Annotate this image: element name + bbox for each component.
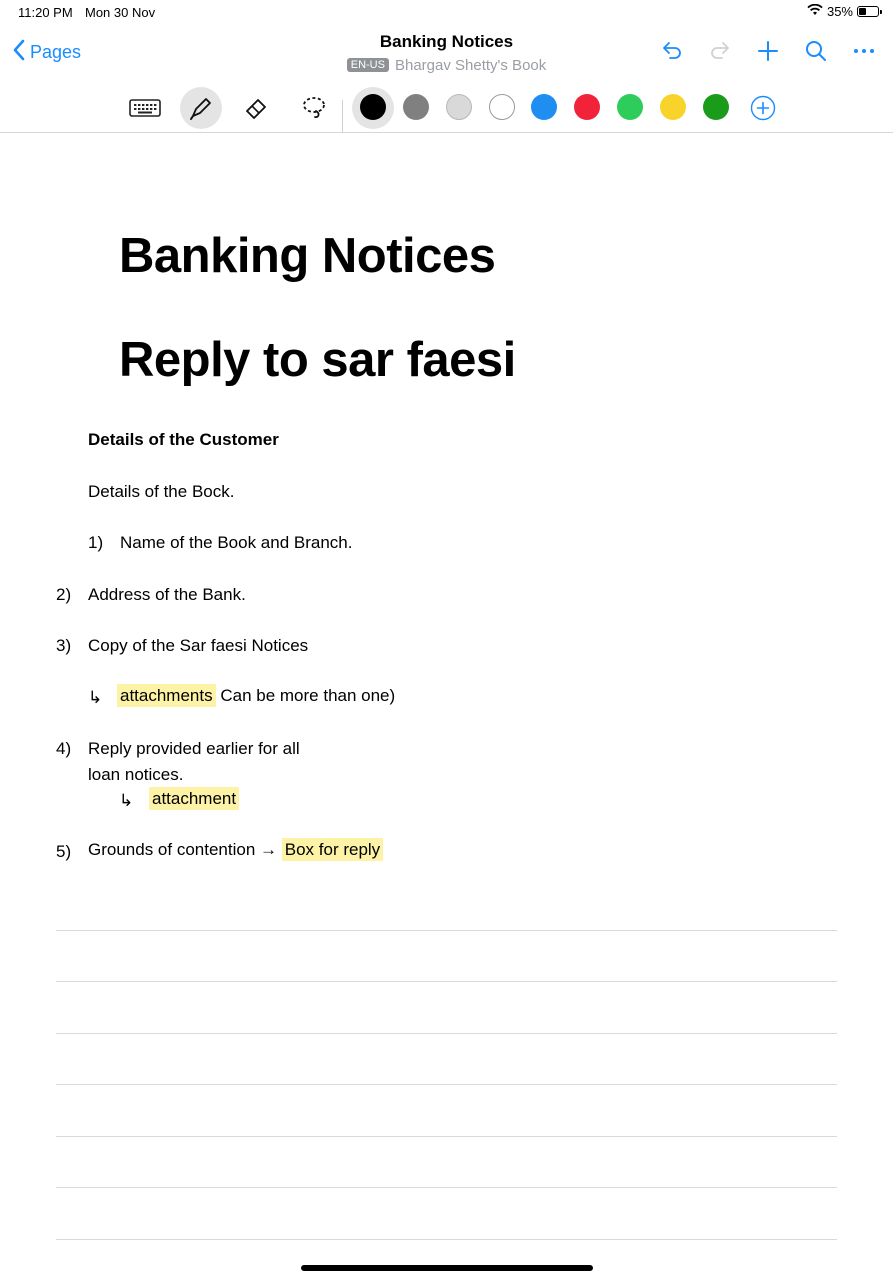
- list-item-text: Copy of the Sar faesi Notices: [88, 636, 309, 655]
- ruled-line: [56, 1187, 837, 1188]
- pen-icon[interactable]: [180, 87, 222, 129]
- toolbar-divider: [342, 100, 343, 132]
- status-date: Mon 30 Nov: [85, 5, 156, 20]
- color-swatch-blue[interactable]: [531, 94, 557, 120]
- grounds-text: Grounds of contention →: [88, 840, 278, 859]
- keyboard-icon[interactable]: [124, 87, 166, 129]
- add-color-icon[interactable]: [742, 87, 784, 129]
- sub-item-text: Can be more than one): [220, 686, 396, 705]
- nav-bar: Pages Banking Notices EN-US Bhargav Shett…: [0, 26, 893, 80]
- more-icon[interactable]: [851, 38, 877, 64]
- color-swatch-green[interactable]: [617, 94, 643, 120]
- sub-item-arrow-icon: ↳: [88, 688, 103, 707]
- ruled-line: [56, 1033, 837, 1034]
- battery-icon: [857, 6, 882, 17]
- highlight-attachments: attachments: [117, 684, 216, 707]
- wifi-icon: [807, 3, 823, 19]
- eraser-icon[interactable]: [236, 87, 278, 129]
- ruled-line: [56, 981, 837, 982]
- color-swatch-yellow[interactable]: [660, 94, 686, 120]
- note-title: Banking Notices: [119, 229, 496, 283]
- status-time: 11:20 PM: [18, 5, 73, 20]
- color-swatch-black[interactable]: [360, 94, 386, 120]
- redo-icon[interactable]: [707, 38, 733, 64]
- list-item-text: Address of the Bank.: [88, 585, 246, 604]
- list-item-number: 4): [56, 739, 72, 758]
- note-subtitle: Reply to sar faesi: [119, 333, 516, 387]
- drawing-toolbar: [0, 80, 893, 133]
- add-icon[interactable]: [755, 38, 781, 64]
- list-item-text: Grounds of contention → Box for reply: [88, 838, 384, 861]
- status-bar: 11:20 PM Mon 30 Nov 35%: [0, 0, 893, 26]
- notebook-name: Bhargav Shetty's Book: [394, 57, 547, 74]
- highlight-attachment: attachment: [149, 787, 240, 810]
- color-swatch-dark-green[interactable]: [703, 94, 729, 120]
- list-item-number: 5): [56, 842, 72, 861]
- list-item-text: Name of the Book and Branch.: [120, 533, 353, 552]
- list-item-text-continued: loan notices.: [88, 765, 184, 784]
- color-swatch-light-gray[interactable]: [446, 94, 472, 120]
- section-heading: Details of the Customer: [88, 430, 279, 449]
- ruled-line: [56, 930, 837, 931]
- list-item-number: 1): [88, 533, 104, 552]
- ruled-line: [56, 1084, 837, 1085]
- color-swatch-red[interactable]: [574, 94, 600, 120]
- undo-icon[interactable]: [659, 38, 685, 64]
- search-icon[interactable]: [803, 38, 829, 64]
- language-badge[interactable]: EN-US: [346, 58, 389, 72]
- sub-item: attachments Can be more than one): [117, 684, 396, 707]
- sub-item-arrow-icon: ↳: [119, 791, 134, 810]
- home-indicator[interactable]: [301, 1265, 593, 1271]
- list-item-text: Reply provided earlier for all: [88, 739, 300, 758]
- list-item-number: 2): [56, 585, 72, 604]
- battery-percent: 35%: [826, 4, 853, 19]
- highlight-box-for-reply: Box for reply: [281, 838, 384, 861]
- ruled-line: [56, 1136, 837, 1137]
- lasso-icon[interactable]: [293, 87, 335, 129]
- color-swatch-gray[interactable]: [403, 94, 429, 120]
- details-line: Details of the Bock.: [88, 482, 235, 501]
- status-right: 35%: [807, 3, 882, 19]
- list-item-number: 3): [56, 636, 72, 655]
- ruled-line: [56, 1239, 837, 1240]
- sub-item: attachment: [149, 787, 240, 810]
- color-swatch-white[interactable]: [489, 94, 515, 120]
